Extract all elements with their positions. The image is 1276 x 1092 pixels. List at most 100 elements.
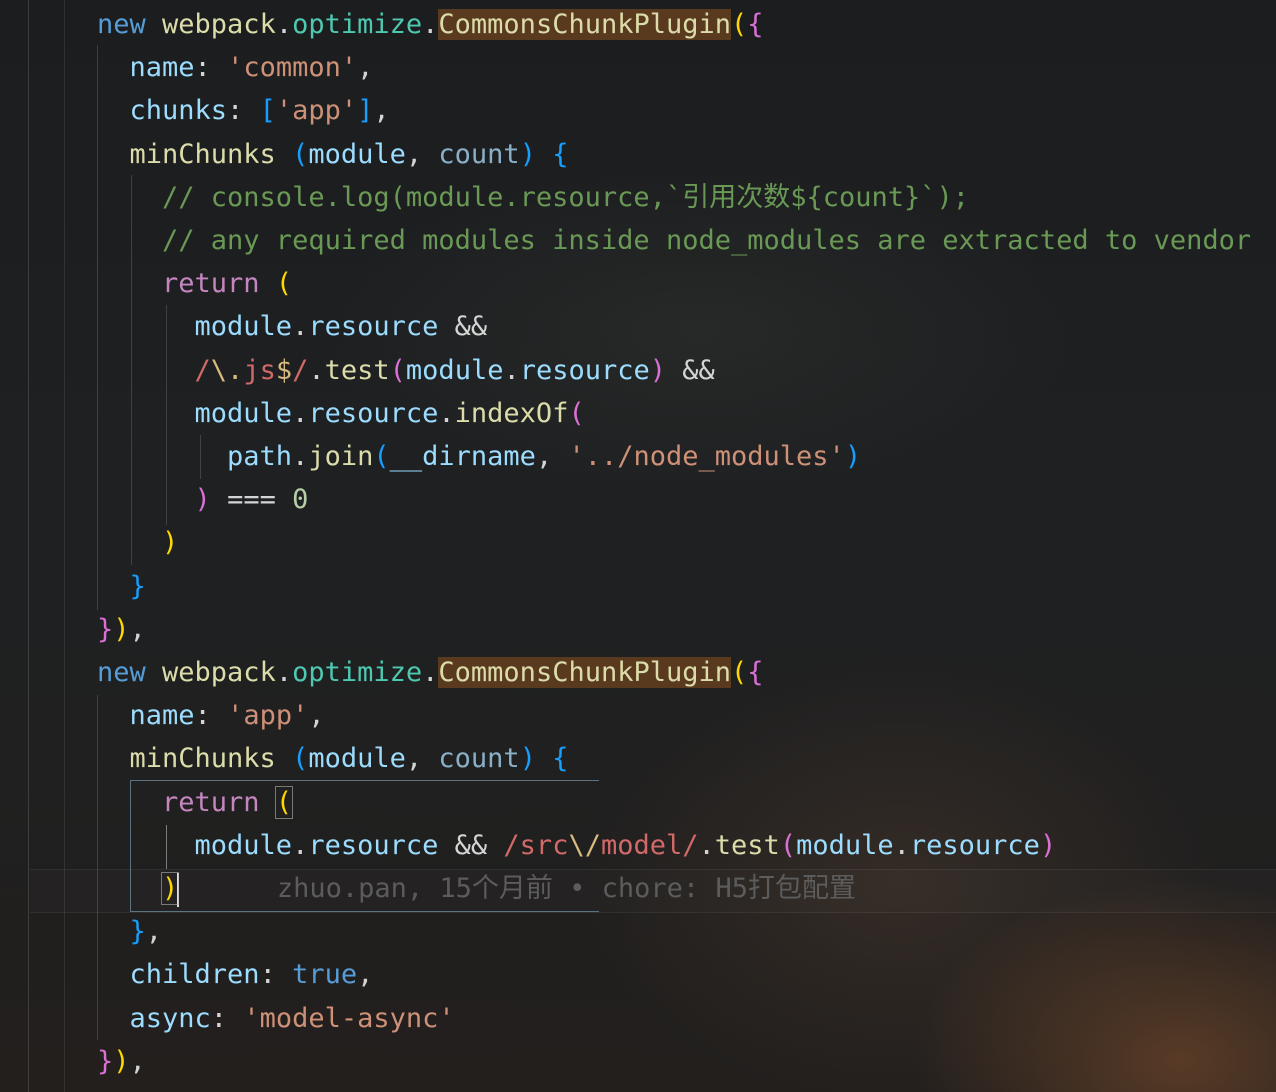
code-token: ( bbox=[779, 829, 797, 861]
code-token: ) bbox=[844, 441, 862, 472]
code-token: , bbox=[405, 743, 439, 775]
code-token: ] bbox=[357, 95, 374, 127]
code-token: '../node_modules' bbox=[568, 441, 845, 472]
code-token: ( bbox=[389, 354, 406, 386]
code-token: : bbox=[210, 1002, 244, 1034]
code-token: , bbox=[308, 700, 325, 732]
code-token: [ bbox=[259, 95, 276, 127]
code-line[interactable]: }), bbox=[97, 608, 146, 651]
code-token: && bbox=[438, 829, 504, 861]
code-token: minChunks bbox=[97, 743, 293, 775]
code-token: new bbox=[97, 9, 163, 40]
code-token: . bbox=[698, 829, 715, 861]
code-token: js bbox=[243, 354, 276, 386]
code-token: , bbox=[535, 441, 569, 472]
code-line[interactable]: return ( bbox=[97, 262, 292, 305]
code-token: webpack bbox=[162, 9, 276, 40]
code-token: , bbox=[145, 916, 163, 948]
code-line[interactable]: chunks: ['app'], bbox=[97, 89, 390, 132]
code-line[interactable]: children: true, bbox=[97, 953, 374, 996]
code-token: module bbox=[796, 829, 894, 861]
code-token: ( bbox=[292, 138, 309, 170]
code-token: module bbox=[97, 829, 293, 861]
code-token: , bbox=[129, 1045, 146, 1077]
code-token: async bbox=[97, 1002, 211, 1034]
code-token: module bbox=[97, 397, 293, 429]
code-line[interactable]: ) === 0 bbox=[97, 478, 309, 521]
code-token: , bbox=[357, 959, 374, 991]
code-token: CommonsChunkPlugin bbox=[438, 657, 732, 688]
code-line[interactable]: new webpack.optimize.CommonsChunkPlugin(… bbox=[97, 651, 764, 694]
code-line[interactable]: new webpack.optimize.CommonsChunkPlugin(… bbox=[97, 3, 764, 46]
code-token: join bbox=[308, 441, 374, 472]
code-line[interactable]: ) bbox=[97, 521, 178, 564]
code-line[interactable]: minChunks (module, count) { bbox=[97, 737, 569, 780]
code-token: optimize bbox=[292, 657, 423, 688]
code-token: module bbox=[405, 354, 504, 386]
code-token: ) bbox=[649, 354, 667, 386]
code-token: . bbox=[308, 354, 325, 386]
code-token: , bbox=[373, 95, 390, 127]
code-token: . bbox=[292, 311, 309, 343]
code-line[interactable]: }), bbox=[97, 1040, 146, 1083]
code-token: ) bbox=[1039, 829, 1057, 861]
code-token: // console.log(module.resource,`引用次数${co… bbox=[97, 181, 970, 213]
code-line[interactable]: name: 'app', bbox=[97, 694, 325, 737]
code-line[interactable]: return ( bbox=[97, 781, 294, 824]
code-line[interactable]: name: 'common', bbox=[97, 46, 374, 89]
code-line[interactable]: async: 'model-async' bbox=[97, 997, 455, 1040]
code-token: { bbox=[552, 138, 569, 170]
indent-guide-root bbox=[64, 0, 65, 1092]
code-token: new bbox=[97, 657, 163, 688]
code-line[interactable]: // any required modules inside node_modu… bbox=[97, 219, 1251, 262]
code-token: resource bbox=[519, 354, 650, 386]
code-token: 0 bbox=[292, 484, 309, 516]
code-token: , bbox=[129, 613, 146, 645]
code-token: && bbox=[666, 354, 715, 386]
code-token: __dirname bbox=[389, 441, 536, 472]
code-token: chunks bbox=[97, 95, 228, 127]
code-editor[interactable]: new webpack.optimize.CommonsChunkPlugin(… bbox=[0, 0, 1276, 1092]
code-token: . bbox=[422, 9, 439, 40]
code-line[interactable]: // console.log(module.resource,`引用次数${co… bbox=[97, 176, 969, 219]
code-token: \/ bbox=[568, 829, 601, 861]
code-token: { bbox=[552, 743, 569, 775]
code-token: \. bbox=[210, 354, 244, 386]
code-line[interactable]: module.resource.indexOf( bbox=[97, 392, 585, 435]
code-token: . bbox=[893, 829, 910, 861]
code-line[interactable]: }, bbox=[97, 910, 163, 953]
code-token: module bbox=[97, 311, 293, 343]
code-token: . bbox=[275, 9, 293, 40]
code-token: module bbox=[308, 743, 406, 775]
code-line[interactable]: module.resource && /src\/model/.test(mod… bbox=[97, 824, 1057, 867]
code-line[interactable]: /\.js$/.test(module.resource) && bbox=[97, 349, 715, 392]
editor-gutter-divider bbox=[28, 0, 29, 1092]
code-line[interactable]: ) zhuo.pan, 15个月前 • chore: H5打包配置 bbox=[97, 867, 856, 910]
code-token: ) bbox=[519, 138, 553, 170]
code-token: ( bbox=[731, 657, 748, 688]
code-token: ) bbox=[194, 484, 211, 516]
code-token: minChunks bbox=[97, 138, 293, 170]
code-token: ) bbox=[161, 872, 180, 905]
code-token: . bbox=[438, 397, 455, 429]
code-line[interactable]: path.join(__dirname, '../node_modules') bbox=[97, 435, 861, 478]
code-token: CommonsChunkPlugin bbox=[438, 9, 732, 40]
code-token: ) bbox=[113, 1045, 130, 1077]
code-token: / bbox=[292, 354, 309, 386]
code-token: return bbox=[97, 786, 276, 818]
code-token: : bbox=[259, 959, 293, 991]
code-line[interactable]: minChunks (module, count) { bbox=[97, 133, 569, 176]
code-token: name bbox=[97, 700, 195, 732]
code-token: 'app' bbox=[275, 95, 358, 127]
code-token: . bbox=[275, 657, 293, 688]
code-line[interactable]: } bbox=[97, 565, 146, 608]
code-token: ( bbox=[274, 785, 294, 819]
code-token: indexOf bbox=[454, 397, 569, 429]
code-token: 'model-async' bbox=[243, 1002, 455, 1034]
code-token: / bbox=[97, 354, 211, 386]
code-line[interactable]: module.resource && bbox=[97, 305, 488, 348]
